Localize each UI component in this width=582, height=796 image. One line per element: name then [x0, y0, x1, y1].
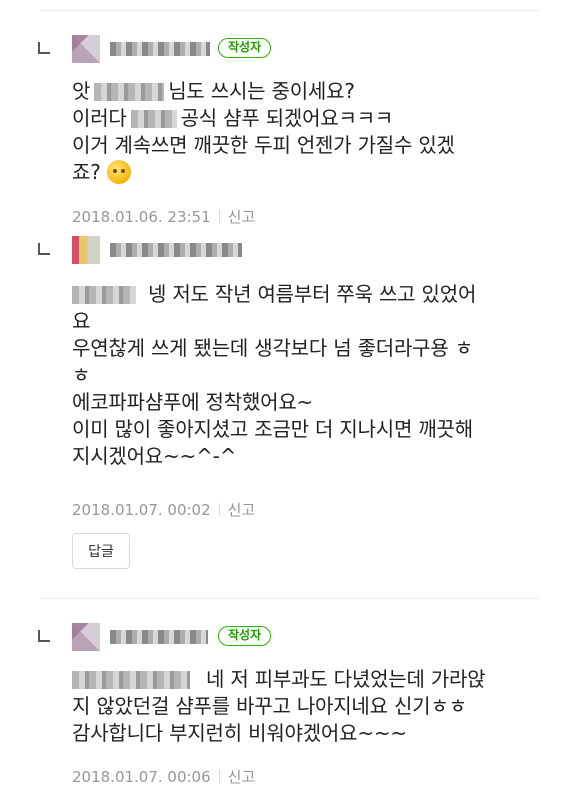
report-link[interactable]: 신고 [228, 768, 256, 786]
redacted-mention [130, 110, 177, 128]
comment-body: 앗 님도 쓰시는 중이세요? 이러다 공식 샴푸 되겠어요ㅋㅋㅋ 이거 계속쓰면 깨… [72, 78, 542, 186]
reply-indicator-icon [38, 243, 50, 255]
report-link[interactable]: 신고 [228, 208, 256, 226]
comment-date: 2018.01.06. 23:51 [72, 208, 211, 226]
meta-separator [218, 210, 220, 223]
redacted-mention [72, 286, 136, 304]
comment-body: 네 저 피부과도 다녔었는데 가라앉 지 않았던걸 샴푸를 바꾸고 나아지네요 … [72, 666, 542, 747]
comment-line: 이러다 공식 샴푸 되겠어요ㅋㅋㅋ [72, 106, 394, 130]
top-divider [40, 10, 540, 11]
author-nickname-redacted[interactable] [110, 243, 242, 257]
comment-line: 넹 저도 작년 여름부터 쭈욱 쓰고 있었어 [72, 281, 542, 308]
comment-line: 감사합니다 부지런히 비워야겠어요~~~ [72, 721, 407, 745]
reply-indicator-icon [38, 42, 50, 54]
comment-line: 요 [72, 309, 91, 333]
comment-line: 앗 님도 쓰시는 중이세요? [72, 79, 355, 103]
comment-meta: 2018.01.07. 00:06 신고 [72, 766, 255, 787]
redacted-mention [72, 671, 190, 689]
avatar[interactable] [72, 236, 100, 264]
reply-button[interactable]: 답글 [72, 533, 130, 569]
comment-line: 에코파파샴푸에 정착했어요~ [72, 390, 314, 414]
comment-date: 2018.01.07. 00:06 [72, 768, 211, 786]
comment-line: 지시겠어요~~^-^ [72, 444, 237, 468]
avatar[interactable] [72, 623, 100, 651]
smiling-face-emoji-icon [106, 160, 131, 184]
comment-meta: 2018.01.06. 23:51 신고 [72, 206, 255, 227]
comment-line: 네 저 피부과도 다녔었는데 가라앉 [72, 666, 542, 693]
comment-line: 우연찮게 쓰게 됐는데 생각보다 넘 좋더라구용 ㅎ [72, 336, 473, 360]
comment-meta: 2018.01.07. 00:02 신고 [72, 499, 255, 520]
meta-separator [218, 770, 220, 783]
author-nickname-redacted[interactable] [110, 42, 210, 56]
comment-date: 2018.01.07. 00:02 [72, 501, 211, 519]
comment-body: 넹 저도 작년 여름부터 쭈욱 쓰고 있었어 요 우연찮게 쓰게 됐는데 생각보… [72, 281, 542, 470]
comment-line: ㅎ [72, 363, 91, 387]
comment-line: 죠? [72, 159, 542, 186]
comment-line: 이미 많이 좋아지셨고 조금만 더 지나시면 깨끗해 [72, 417, 473, 441]
author-badge: 작성자 [218, 626, 272, 646]
avatar[interactable] [72, 35, 100, 63]
meta-separator [218, 503, 220, 516]
reply-indicator-icon [38, 630, 50, 642]
author-nickname-redacted[interactable] [110, 630, 208, 644]
author-badge: 작성자 [218, 38, 272, 58]
section-divider [40, 598, 540, 599]
report-link[interactable]: 신고 [228, 501, 256, 519]
redacted-mention [94, 83, 165, 101]
comment-line: 이거 계속쓰면 깨끗한 두피 언젠가 가질수 있겠 [72, 133, 455, 157]
comment-line: 지 않았던걸 샴푸를 바꾸고 나아지네요 신기ㅎㅎ [72, 694, 467, 718]
